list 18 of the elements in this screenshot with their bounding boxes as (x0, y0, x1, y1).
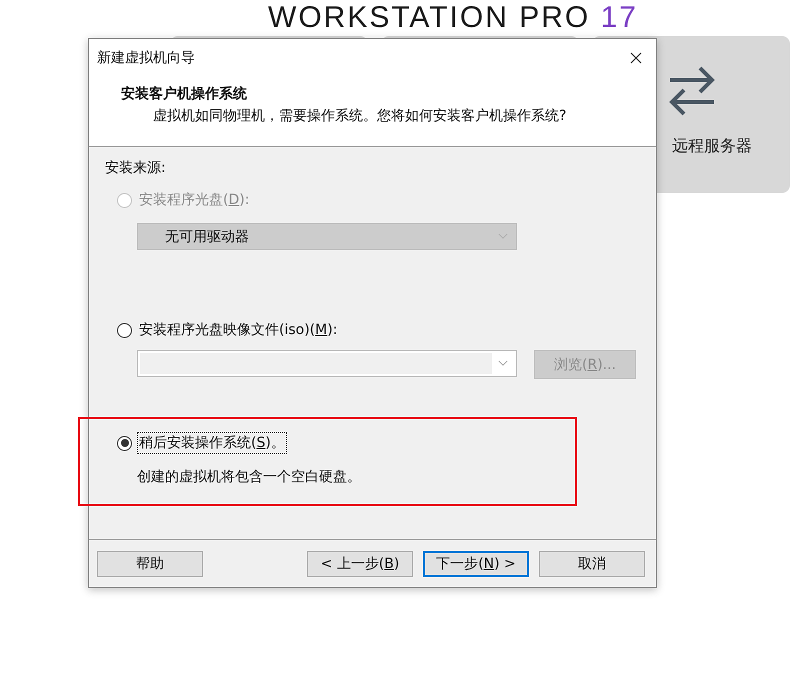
dialog-button[interactable]: 下一步(N) > (423, 550, 529, 576)
product-title: WORKSTATION PRO 17 (268, 2, 638, 34)
radio-button[interactable] (117, 322, 132, 338)
radio-button[interactable] (117, 436, 132, 450)
option-description: 创建的虚拟机将包含一个空白硬盘。 (137, 468, 362, 486)
dialog-button[interactable]: < 上一步(B) (307, 550, 413, 576)
step-heading: 安装客户机操作系统 (121, 85, 248, 103)
step-description: 虚拟机如同物理机，需要操作系统。您将如何安装客户机操作系统? (153, 107, 568, 125)
chevron-down-icon[interactable] (498, 360, 508, 367)
close-icon[interactable] (630, 52, 642, 64)
section-label: 安装来源: (105, 159, 167, 177)
window-title: 新建虚拟机向导 (97, 49, 195, 67)
radio-label[interactable]: 稍后安装操作系统(S)。 (137, 432, 287, 454)
radio-label[interactable]: 安装程序光盘映像文件(iso)(M): (137, 319, 340, 341)
card-label: 远程服务器 (672, 136, 752, 157)
iso-path-dropdown[interactable] (137, 350, 517, 377)
dialog-button[interactable]: 帮助 (97, 550, 203, 576)
dialog-button[interactable]: 取消 (539, 550, 645, 576)
